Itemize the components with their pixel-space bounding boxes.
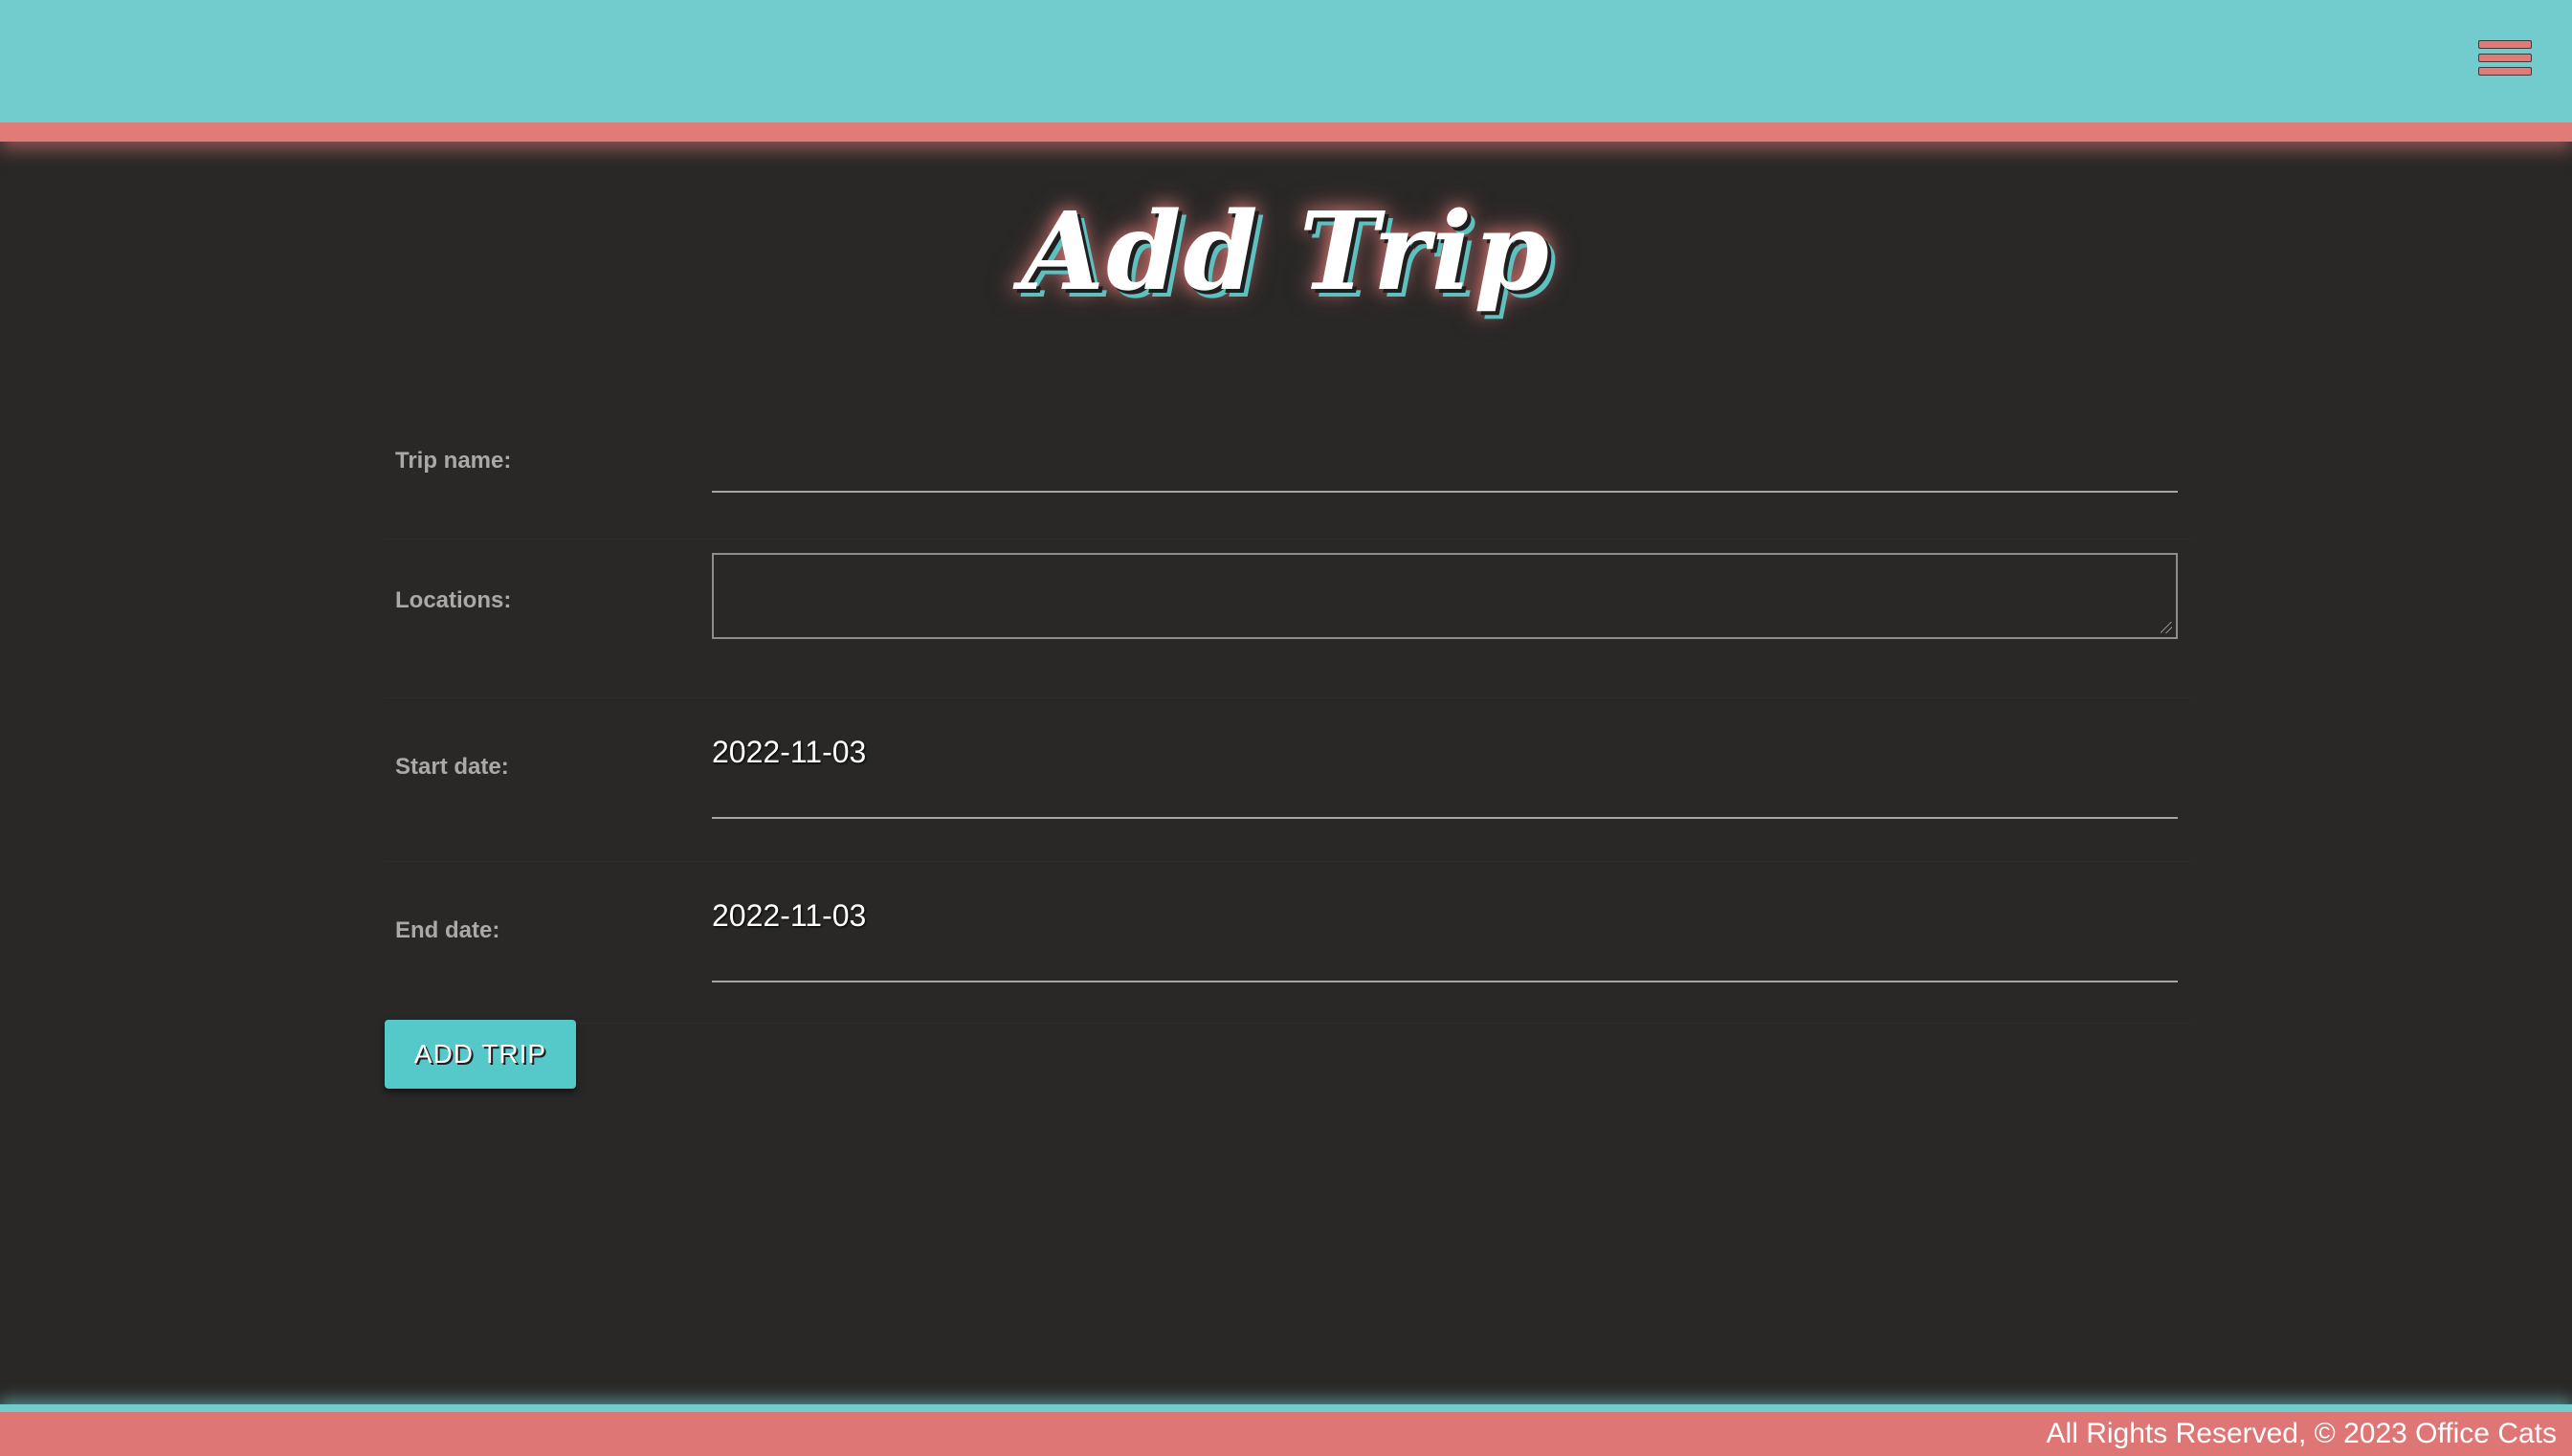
start-date-input[interactable]: 2022-11-03 <box>712 735 866 770</box>
start-date-label: Start date: <box>395 754 509 780</box>
end-date-label: End date: <box>395 917 500 943</box>
footer: All Rights Reserved, © 2023 Office Cats <box>0 1404 2572 1456</box>
resize-grip-icon[interactable] <box>2161 622 2172 633</box>
hamburger-menu-icon[interactable] <box>2478 40 2532 94</box>
trip-name-label: Trip name: <box>395 448 512 474</box>
add-trip-button[interactable]: ADD TRIP <box>385 1020 576 1089</box>
page-title: Add Trip <box>1021 189 1551 315</box>
start-date-underline <box>712 817 2178 819</box>
locations-row: Locations: <box>385 540 2191 698</box>
hamburger-line <box>2478 67 2532 76</box>
trip-name-underline <box>712 491 2178 493</box>
locations-textarea[interactable] <box>712 553 2178 639</box>
end-date-underline <box>712 981 2178 982</box>
start-date-row: Start date: 2022-11-03 <box>385 698 2191 862</box>
end-date-input[interactable]: 2022-11-03 <box>712 898 866 934</box>
hamburger-line <box>2478 54 2532 62</box>
footer-copyright: All Rights Reserved, © 2023 Office Cats <box>2046 1418 2557 1449</box>
add-trip-form: Trip name: Locations: Start date: 2022-1… <box>385 402 2191 1024</box>
end-date-row: End date: 2022-11-03 <box>385 862 2191 1024</box>
trip-name-row: Trip name: <box>385 402 2191 540</box>
hamburger-line <box>2478 40 2532 49</box>
top-navigation-bar <box>0 0 2572 142</box>
locations-label: Locations: <box>395 587 512 613</box>
